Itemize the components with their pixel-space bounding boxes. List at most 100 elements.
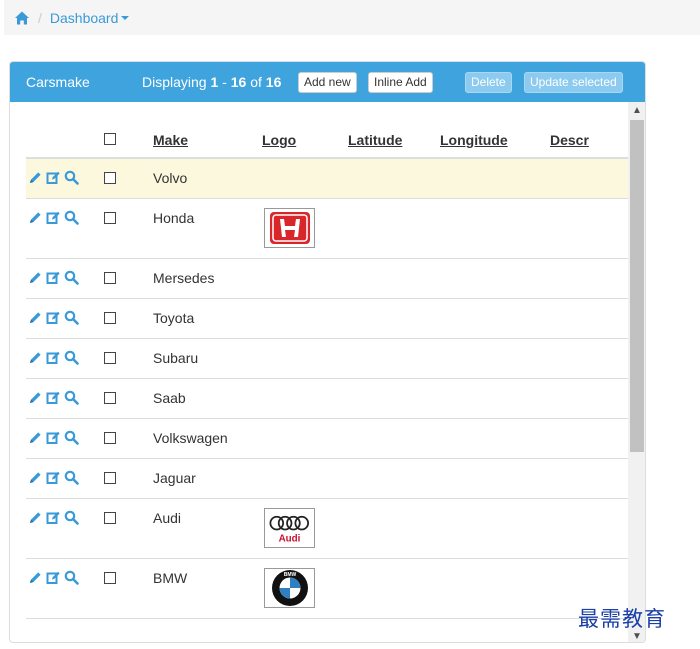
pencil-icon[interactable] bbox=[28, 470, 43, 485]
search-icon[interactable] bbox=[64, 510, 79, 525]
home-icon[interactable] bbox=[14, 10, 30, 26]
descr-header[interactable]: Descr bbox=[550, 102, 628, 159]
row-checkbox[interactable] bbox=[104, 471, 116, 484]
table-row[interactable]: Jaguar bbox=[26, 457, 628, 498]
pencil-icon[interactable] bbox=[28, 350, 43, 365]
row-checkbox[interactable] bbox=[104, 511, 116, 524]
edit-icon[interactable] bbox=[46, 210, 61, 225]
table-row[interactable]: Audi Audi bbox=[26, 497, 628, 558]
search-icon[interactable] bbox=[64, 390, 79, 405]
add-new-button[interactable]: Add new bbox=[298, 72, 357, 93]
pencil-icon[interactable] bbox=[28, 390, 43, 405]
search-icon[interactable] bbox=[64, 350, 79, 365]
logo-header[interactable]: Logo bbox=[262, 102, 348, 159]
longitude-cell bbox=[440, 297, 550, 338]
delete-button[interactable]: Delete bbox=[465, 72, 512, 93]
row-actions bbox=[26, 257, 98, 298]
carsmake-panel: Carsmake Displaying 1 - 16 of 16 Add new… bbox=[9, 61, 646, 643]
longitude-cell bbox=[440, 417, 550, 458]
of-text: of bbox=[246, 74, 266, 90]
pencil-icon[interactable] bbox=[28, 310, 43, 325]
breadcrumb-dashboard-dropdown[interactable]: Dashboard bbox=[50, 10, 130, 26]
row-checkbox[interactable] bbox=[104, 172, 116, 184]
table-row[interactable]: Mersedes bbox=[26, 257, 628, 298]
row-checkbox[interactable] bbox=[104, 431, 116, 444]
table-row[interactable]: Volkswagen bbox=[26, 417, 628, 458]
select-all-checkbox[interactable] bbox=[104, 133, 116, 145]
descr-cell bbox=[550, 417, 628, 458]
latitude-cell bbox=[348, 557, 440, 618]
row-checkbox[interactable] bbox=[104, 211, 116, 224]
edit-icon[interactable] bbox=[46, 170, 61, 185]
peek-cell bbox=[348, 617, 440, 642]
row-select-cell bbox=[98, 157, 150, 198]
pencil-icon[interactable] bbox=[28, 170, 43, 185]
make-sort-link[interactable]: Make bbox=[153, 132, 188, 148]
grid-scroll-area[interactable]: Make Logo Latitude Longitude Descr Volvo… bbox=[10, 102, 628, 642]
latitude-cell bbox=[348, 377, 440, 418]
row-select-cell bbox=[98, 497, 150, 558]
edit-icon[interactable] bbox=[46, 510, 61, 525]
longitude-cell bbox=[440, 197, 550, 258]
row-actions bbox=[26, 417, 98, 458]
pencil-icon[interactable] bbox=[28, 210, 43, 225]
edit-icon[interactable] bbox=[46, 570, 61, 585]
row-checkbox[interactable] bbox=[104, 351, 116, 364]
edit-icon[interactable] bbox=[46, 270, 61, 285]
search-icon[interactable] bbox=[64, 570, 79, 585]
pencil-icon[interactable] bbox=[28, 570, 43, 585]
watermark-text: 最需教育 bbox=[578, 607, 666, 631]
longitude-header[interactable]: Longitude bbox=[440, 102, 550, 159]
descr-sort-link[interactable]: Descr bbox=[550, 132, 589, 148]
peek-cell bbox=[262, 617, 348, 642]
table-row[interactable]: Volvo bbox=[26, 157, 628, 198]
table-row[interactable]: Saab bbox=[26, 377, 628, 418]
table-row[interactable]: BMW BMW bbox=[26, 557, 628, 618]
row-select-cell bbox=[98, 297, 150, 338]
row-select-cell bbox=[98, 337, 150, 378]
table-row[interactable] bbox=[26, 617, 628, 642]
search-icon[interactable] bbox=[64, 430, 79, 445]
longitude-sort-link[interactable]: Longitude bbox=[440, 132, 508, 148]
edit-icon[interactable] bbox=[46, 390, 61, 405]
update-selected-button[interactable]: Update selected bbox=[524, 72, 623, 93]
peek-cell bbox=[150, 617, 262, 642]
caret-down-icon bbox=[121, 15, 130, 20]
row-checkbox[interactable] bbox=[104, 311, 116, 324]
scroll-up-icon[interactable]: ▲ bbox=[628, 102, 645, 118]
vertical-scrollbar[interactable]: ▲ ▼ bbox=[628, 102, 645, 642]
row-checkbox[interactable] bbox=[104, 571, 116, 584]
scrollbar-thumb[interactable] bbox=[630, 120, 644, 452]
search-icon[interactable] bbox=[64, 210, 79, 225]
search-icon[interactable] bbox=[64, 470, 79, 485]
row-actions-group bbox=[26, 310, 98, 325]
breadcrumb-separator: / bbox=[38, 9, 42, 26]
edit-icon[interactable] bbox=[46, 310, 61, 325]
pencil-icon[interactable] bbox=[28, 270, 43, 285]
logo-cell bbox=[262, 257, 348, 298]
row-checkbox[interactable] bbox=[104, 271, 116, 284]
table-row[interactable]: Subaru bbox=[26, 337, 628, 378]
make-cell: Volkswagen bbox=[150, 417, 262, 458]
pencil-icon[interactable] bbox=[28, 430, 43, 445]
inline-add-button[interactable]: Inline Add bbox=[368, 72, 433, 93]
pencil-icon[interactable] bbox=[28, 510, 43, 525]
edit-icon[interactable] bbox=[46, 350, 61, 365]
logo-sort-link[interactable]: Logo bbox=[262, 132, 296, 148]
logo-cell bbox=[262, 337, 348, 378]
search-icon[interactable] bbox=[64, 310, 79, 325]
latitude-header[interactable]: Latitude bbox=[348, 102, 440, 159]
edit-icon[interactable] bbox=[46, 470, 61, 485]
svg-text:BMW: BMW bbox=[283, 572, 296, 578]
row-select-cell bbox=[98, 457, 150, 498]
table-row[interactable]: Toyota bbox=[26, 297, 628, 338]
table-row[interactable]: Honda bbox=[26, 197, 628, 258]
row-checkbox[interactable] bbox=[104, 391, 116, 404]
make-header[interactable]: Make bbox=[150, 102, 262, 159]
search-icon[interactable] bbox=[64, 170, 79, 185]
make-cell: Audi bbox=[150, 497, 262, 558]
latitude-cell bbox=[348, 257, 440, 298]
search-icon[interactable] bbox=[64, 270, 79, 285]
edit-icon[interactable] bbox=[46, 430, 61, 445]
latitude-sort-link[interactable]: Latitude bbox=[348, 132, 402, 148]
